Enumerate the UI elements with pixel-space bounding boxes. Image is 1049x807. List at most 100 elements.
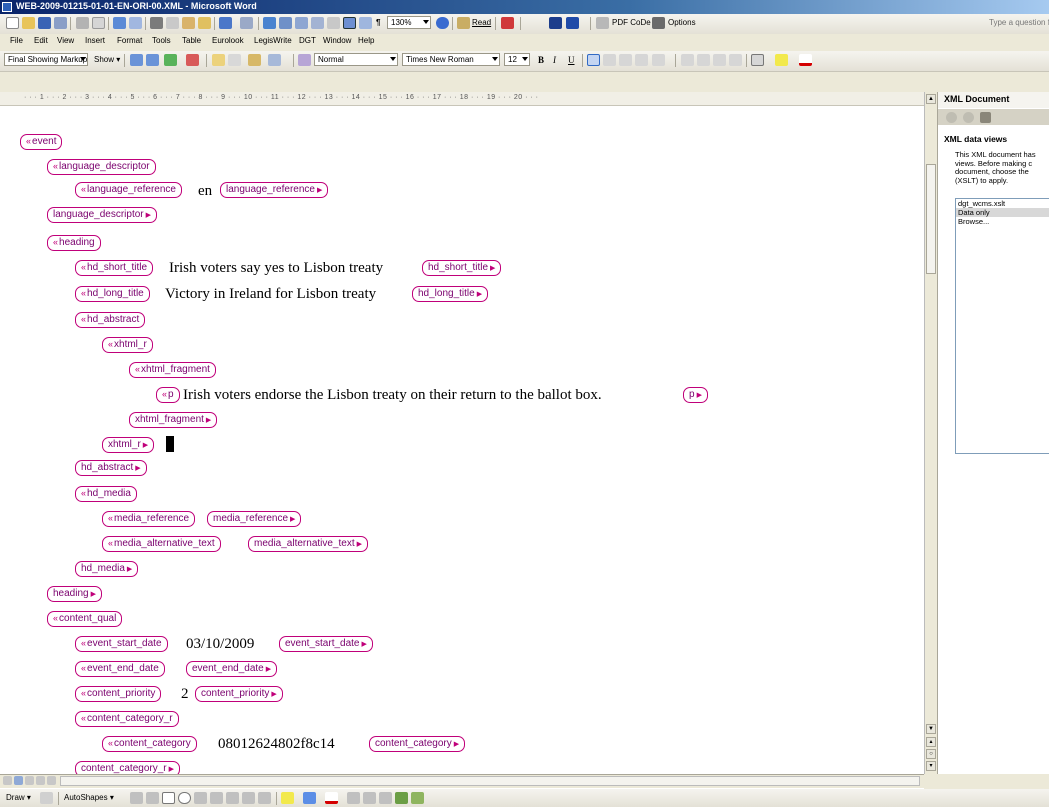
scroll-up-icon[interactable]: ▲	[926, 94, 936, 104]
previous-change-icon[interactable]	[130, 54, 143, 66]
align-left-icon[interactable]	[587, 54, 600, 66]
insert-excel-icon[interactable]	[311, 17, 324, 29]
justify-icon[interactable]	[635, 54, 648, 66]
underline-button[interactable]: U	[568, 55, 575, 65]
reviewing-pane-icon[interactable]	[268, 54, 281, 66]
track-changes-toggle-icon[interactable]	[248, 54, 261, 66]
research-icon[interactable]	[129, 17, 142, 29]
xml-tag-content-qual-open[interactable]: content_qual	[47, 611, 123, 627]
xml-tag-content-category-r-open[interactable]: content_category_r	[75, 711, 179, 727]
menu-tools[interactable]: Tools	[152, 36, 171, 45]
xml-tag-content-category-r-close[interactable]: content_category_r	[75, 761, 181, 774]
xml-tag-media-alternative-text-open[interactable]: media_alternative_text	[102, 536, 221, 552]
text-box-icon[interactable]	[194, 792, 207, 804]
legiswrite-icon[interactable]	[566, 17, 579, 29]
oval-icon[interactable]	[178, 792, 191, 804]
wordart-icon[interactable]	[210, 792, 223, 804]
xml-views-list[interactable]: dgt_wcms.xslt Data only Browse...	[955, 198, 1049, 454]
accept-change-icon[interactable]	[164, 54, 177, 66]
pane-forward-icon[interactable]	[963, 112, 974, 123]
document-map-icon[interactable]	[359, 17, 372, 29]
xml-tag-p-close[interactable]: p	[683, 387, 708, 403]
previous-page-icon[interactable]: ▴	[926, 737, 936, 747]
copy-icon[interactable]	[166, 17, 179, 29]
xml-tag-hd-abstract-open[interactable]: hd_abstract	[75, 312, 146, 328]
xml-tag-hd-media-open[interactable]: hd_media	[75, 486, 137, 502]
new-comment-icon[interactable]	[212, 54, 225, 66]
view-option-data-only[interactable]: Data only	[956, 208, 1049, 217]
xml-tag-event-start-date-close[interactable]: event_start_date	[279, 636, 373, 652]
line-color-icon[interactable]	[303, 792, 316, 804]
diagram-icon[interactable]	[226, 792, 239, 804]
menu-edit[interactable]: Edit	[34, 36, 48, 45]
markup-mode-dropdown[interactable]: Final Showing Markup	[4, 53, 88, 66]
style-dropdown[interactable]: Normal	[314, 53, 398, 66]
menu-insert[interactable]: Insert	[85, 36, 105, 45]
decrease-indent-icon[interactable]	[713, 54, 726, 66]
xml-tag-event-start-date-open[interactable]: event_start_date	[75, 636, 168, 652]
xml-tag-content-category-close[interactable]: content_category	[369, 736, 466, 752]
xml-tag-language-reference-close[interactable]: language_reference	[220, 182, 329, 198]
xml-tag-media-reference-open[interactable]: media_reference	[102, 511, 196, 527]
arrow-style-icon[interactable]	[379, 792, 392, 804]
scroll-down-icon[interactable]: ▼	[926, 724, 936, 734]
menu-dgt[interactable]: DGT	[299, 36, 316, 45]
language-reference-value[interactable]: en	[198, 183, 212, 200]
line-style-icon[interactable]	[347, 792, 360, 804]
xml-tag-event-end-date-open[interactable]: event_end_date	[75, 661, 165, 677]
reading-layout-icon[interactable]	[47, 776, 56, 785]
xml-tag-event-open[interactable]: event	[20, 134, 63, 150]
reject-change-icon[interactable]	[186, 54, 199, 66]
content-category-value[interactable]: 08012624802f8c14	[218, 736, 335, 753]
short-title-value[interactable]: Irish voters say yes to Lisbon treaty	[169, 260, 383, 277]
event-start-date-value[interactable]: 03/10/2009	[186, 636, 254, 653]
font-color-icon[interactable]	[799, 54, 812, 66]
save-icon[interactable]	[38, 17, 51, 29]
pane-home-icon[interactable]	[980, 112, 991, 123]
menu-eurolook[interactable]: Eurolook	[212, 36, 244, 45]
bullets-icon[interactable]	[697, 54, 710, 66]
xml-tag-media-alternative-text-close[interactable]: media_alternative_text	[248, 536, 369, 552]
menu-window[interactable]: Window	[323, 36, 351, 45]
xml-tag-xhtml-fragment-close[interactable]: xhtml_fragment	[129, 412, 218, 428]
arrow-icon[interactable]	[146, 792, 159, 804]
abstract-paragraph-value[interactable]: Irish voters endorse the Lisbon treaty o…	[183, 387, 602, 404]
xml-tag-content-priority-open[interactable]: content_priority	[75, 686, 162, 702]
styles-formatting-icon[interactable]	[298, 54, 311, 66]
menu-file[interactable]: File	[10, 36, 23, 45]
read-icon[interactable]	[457, 17, 470, 29]
highlight-icon[interactable]	[228, 54, 241, 66]
xml-tag-hd-short-title-open[interactable]: hd_short_title	[75, 260, 154, 276]
italic-button[interactable]: I	[553, 55, 556, 65]
print-preview-icon[interactable]	[92, 17, 105, 29]
view-option-browse[interactable]: Browse...	[956, 217, 1049, 226]
vertical-scrollbar[interactable]: ▲ ▼ ▴ ○ ▾	[924, 92, 937, 774]
autoshapes-menu-button[interactable]: AutoShapes ▾	[64, 793, 114, 802]
spelling-icon[interactable]	[113, 17, 126, 29]
xml-tag-hd-long-title-open[interactable]: hd_long_title	[75, 286, 150, 302]
shadow-style-icon[interactable]	[395, 792, 408, 804]
show-markup-button[interactable]: Show ▾	[94, 55, 120, 64]
borders-icon[interactable]	[751, 54, 764, 66]
pdf-code-button[interactable]: PDF CoDe	[612, 18, 651, 27]
xml-tag-event-end-date-close[interactable]: event_end_date	[186, 661, 278, 677]
normal-view-icon[interactable]	[3, 776, 12, 785]
content-priority-value[interactable]: 2	[181, 686, 189, 703]
read-button[interactable]: Read	[472, 18, 491, 27]
horizontal-ruler[interactable]: · · · 1 · · · 2 · · · 3 · · · 4 · · · 5 …	[0, 92, 935, 106]
view-option-xslt[interactable]: dgt_wcms.xslt	[956, 199, 1049, 208]
menu-help[interactable]: Help	[358, 36, 374, 45]
tables-borders-icon[interactable]	[279, 17, 292, 29]
new-document-icon[interactable]	[6, 17, 19, 29]
xml-tag-xhtml-r-close[interactable]: xhtml_r	[102, 437, 155, 453]
print-icon[interactable]	[76, 17, 89, 29]
select-browse-object-icon[interactable]: ○	[926, 749, 936, 759]
options-button[interactable]: Options	[668, 18, 696, 27]
numbering-icon[interactable]	[681, 54, 694, 66]
zoom-dropdown[interactable]: 130%	[387, 16, 431, 29]
web-layout-icon[interactable]	[14, 776, 23, 785]
help-icon[interactable]	[436, 17, 449, 29]
next-page-icon[interactable]: ▾	[926, 761, 936, 771]
menu-table[interactable]: Table	[182, 36, 201, 45]
xml-tag-xhtml-r-open[interactable]: xhtml_r	[102, 337, 153, 353]
